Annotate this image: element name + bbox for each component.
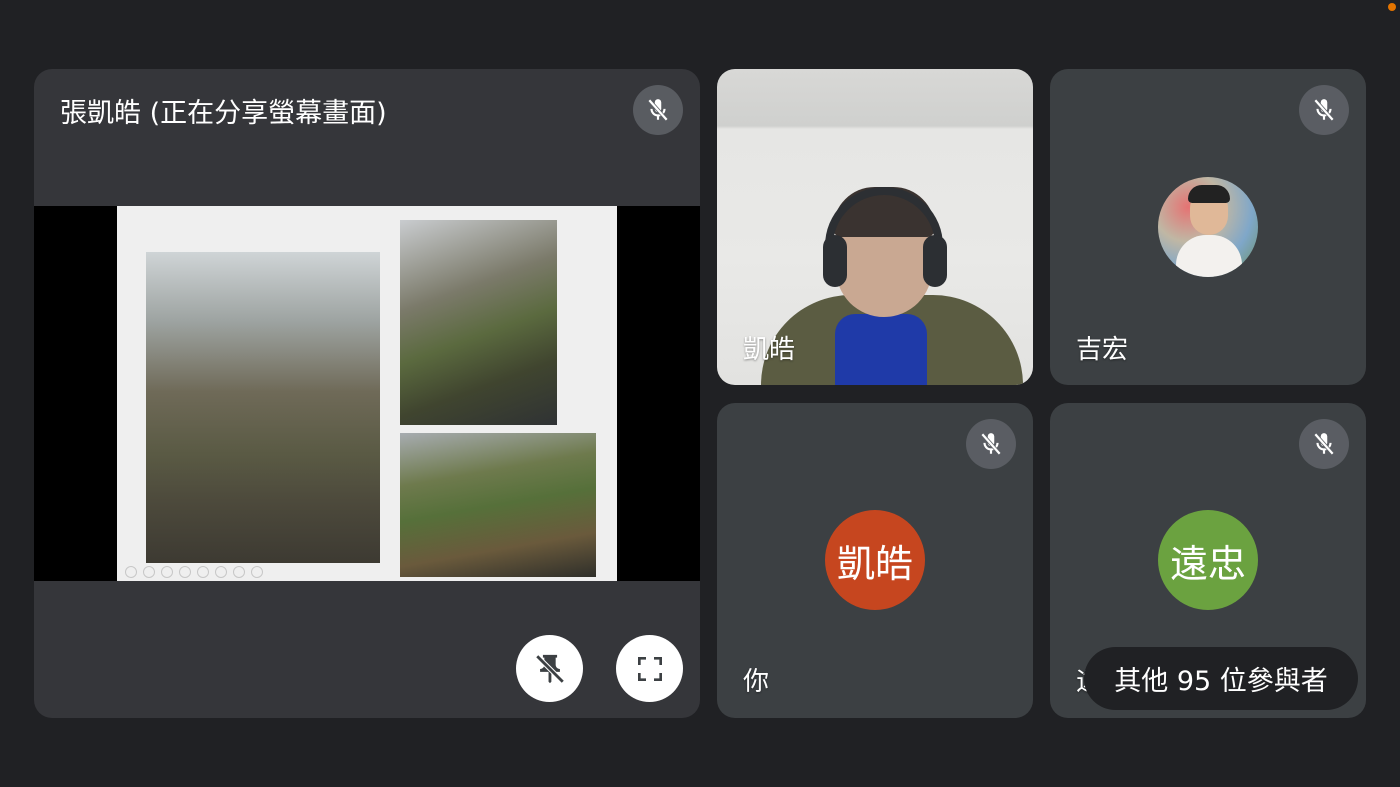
unpin-icon bbox=[534, 653, 565, 684]
participant-mic-off-indicator bbox=[966, 419, 1016, 469]
slide-photo-slope bbox=[400, 433, 596, 577]
slide-photo-retaining-wall bbox=[146, 252, 380, 563]
fullscreen-icon bbox=[637, 656, 662, 681]
slide-photo-workers bbox=[400, 220, 557, 425]
participant-name: 吉宏 bbox=[1076, 335, 1129, 365]
presenter-title: 張凱皓 (正在分享螢幕畫面) bbox=[60, 98, 387, 129]
participant-name: 凱皓 bbox=[743, 335, 796, 365]
presentation-slide bbox=[117, 206, 617, 581]
participant-avatar bbox=[1158, 177, 1258, 277]
participant-tile-kaihao-video[interactable]: 凱皓 bbox=[717, 69, 1033, 385]
participant-name: 你 bbox=[743, 667, 770, 697]
participant-avatar: 凱皓 bbox=[825, 510, 925, 610]
participant-avatar: 遠忠 bbox=[1158, 510, 1258, 610]
participant-tile-you[interactable]: 凱皓 你 bbox=[717, 403, 1033, 718]
participant-mic-off-indicator bbox=[1299, 85, 1349, 135]
slide-controls bbox=[125, 566, 263, 578]
shared-screen bbox=[34, 206, 700, 581]
screen-share-tile[interactable]: 張凱皓 (正在分享螢幕畫面) bbox=[34, 69, 700, 718]
mic-off-icon bbox=[980, 432, 1002, 456]
mic-off-icon bbox=[647, 98, 669, 122]
unpin-button[interactable] bbox=[516, 635, 583, 702]
mic-off-icon bbox=[1313, 98, 1335, 122]
participant-mic-off-indicator bbox=[1299, 419, 1349, 469]
presenter-mic-off-button[interactable] bbox=[633, 85, 683, 135]
mic-off-icon bbox=[1313, 432, 1335, 456]
other-participants-button[interactable]: 其他 95 位參與者 bbox=[1084, 647, 1358, 710]
participant-tile-jihong[interactable]: 吉宏 bbox=[1050, 69, 1366, 385]
status-indicator-dot bbox=[1388, 3, 1396, 11]
fullscreen-button[interactable] bbox=[616, 635, 683, 702]
